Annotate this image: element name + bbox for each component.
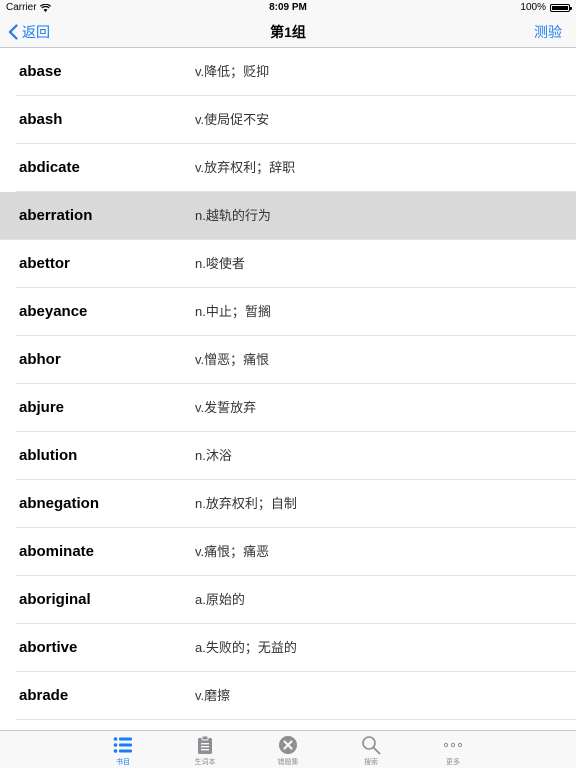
back-button-label: 返回 — [22, 24, 50, 40]
word-meaning: n.放弃权利；自制 — [195, 496, 297, 511]
word-text: abash — [19, 111, 63, 128]
word-row[interactable]: aberration n.越轨的行为 — [0, 192, 576, 240]
word-row[interactable]: abash v.使局促不安 — [0, 96, 576, 144]
tab-more[interactable]: 更多 — [423, 731, 483, 769]
word-text: abominate — [19, 543, 95, 560]
word-row[interactable]: abominate v.痛恨；痛恶 — [0, 528, 576, 576]
word-meaning: v.磨擦 — [195, 688, 231, 703]
word-row[interactable]: abettor n.唆使者 — [0, 240, 576, 288]
word-row[interactable]: abase v.降低；贬抑 — [0, 48, 576, 96]
word-row[interactable]: abhor v.憎恶；痛恨 — [0, 336, 576, 384]
close-circle-icon — [278, 735, 298, 755]
word-meaning: v.发誓放弃 — [195, 400, 257, 415]
word-row[interactable]: abortive a.失败的；无益的 — [0, 624, 576, 672]
battery-percent: 100% — [520, 2, 546, 13]
word-meaning: v.痛恨；痛恶 — [195, 544, 270, 559]
back-button[interactable]: 返回 — [8, 16, 50, 48]
word-meaning: a.原始的 — [195, 592, 245, 607]
tab-label: 更多 — [446, 759, 460, 766]
word-text: aboriginal — [19, 591, 91, 608]
word-text: abortive — [19, 639, 78, 656]
word-meaning: n.沐浴 — [195, 448, 232, 463]
word-text: abjure — [19, 399, 65, 416]
tab-list[interactable]: 书目 — [93, 731, 153, 769]
navigation-bar: 返回 第1组 测验 — [0, 16, 576, 48]
word-row[interactable]: abdicate v.放弃权利；辞职 — [0, 144, 576, 192]
word-row[interactable]: abnegation n.放弃权利；自制 — [0, 480, 576, 528]
tab-search[interactable]: 搜索 — [341, 731, 401, 769]
quiz-button[interactable]: 测验 — [534, 16, 562, 48]
row-separator — [16, 719, 576, 720]
word-list[interactable]: abase v.降低；贬抑 abash v.使局促不安 abdicate v.放弃权利；辞… — [0, 48, 576, 730]
word-text: abrade — [19, 687, 69, 704]
word-row[interactable]: abrade v.磨擦 — [0, 672, 576, 720]
word-row[interactable]: aboriginal a.原始的 — [0, 576, 576, 624]
word-text: abnegation — [19, 495, 100, 512]
word-meaning: v.使局促不安 — [195, 112, 270, 127]
battery-icon — [550, 4, 572, 12]
word-meaning: v.憎恶；痛恨 — [195, 352, 270, 367]
word-meaning: n.唆使者 — [195, 256, 245, 271]
status-bar: Carrier 8:09 PM 100% — [0, 0, 576, 16]
word-meaning: n.越轨的行为 — [195, 208, 271, 223]
tab-clipboard[interactable]: 生词本 — [175, 731, 235, 769]
tab-label: 错题集 — [277, 759, 299, 766]
word-meaning: a.失败的；无益的 — [195, 640, 297, 655]
word-meaning: n.中止；暂搁 — [195, 304, 271, 319]
search-icon — [361, 735, 381, 755]
word-row[interactable]: ablution n.沐浴 — [0, 432, 576, 480]
tab-label: 搜索 — [364, 759, 378, 766]
word-row[interactable]: abeyance n.中止；暂搁 — [0, 288, 576, 336]
status-right: 100% — [520, 0, 572, 16]
page-title: 第1组 — [270, 24, 306, 40]
word-text: ablution — [19, 447, 78, 464]
battery-fill — [552, 6, 568, 10]
status-time: 8:09 PM — [269, 2, 307, 13]
tab-close-circle[interactable]: 错题集 — [258, 731, 318, 769]
chevron-left-icon — [8, 24, 18, 40]
word-row[interactable]: abjure v.发誓放弃 — [0, 384, 576, 432]
word-text: abeyance — [19, 303, 88, 320]
word-text: abdicate — [19, 159, 80, 176]
tab-label: 生词本 — [194, 759, 216, 766]
word-text: abhor — [19, 351, 61, 368]
tab-bar: 书目 生词本 错题集 搜索 更多 — [0, 730, 576, 768]
word-meaning: v.放弃权利；辞职 — [195, 160, 296, 175]
word-text: abettor — [19, 255, 70, 272]
more-icon — [443, 735, 463, 755]
word-text: aberration — [19, 207, 93, 224]
tab-label: 书目 — [116, 759, 130, 766]
list-icon — [113, 735, 133, 755]
word-meaning: v.降低；贬抑 — [195, 64, 270, 79]
clipboard-icon — [195, 735, 215, 755]
word-text: abase — [19, 63, 62, 80]
